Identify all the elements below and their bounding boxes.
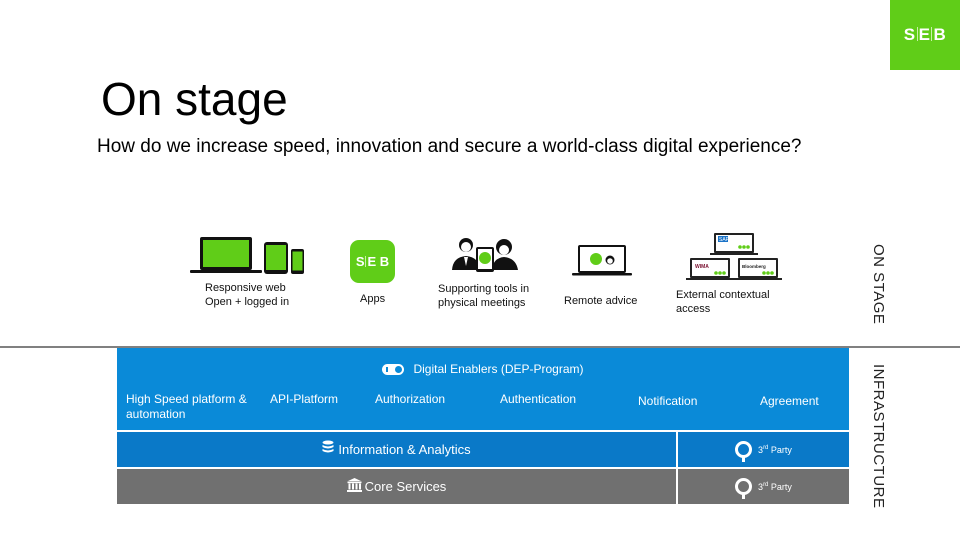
apps-label: Apps (360, 293, 386, 305)
onstage-item-external-access: SAP WIMA Bloomberg External contextual a… (676, 230, 806, 320)
wima-logo-text: WIMA (695, 264, 709, 270)
dep-title: Digital Enablers (DEP-Program) (413, 362, 584, 376)
remote-advice-label: Remote advice (564, 295, 638, 307)
physical-meetings-label: Supporting tools in physical meetings (438, 283, 530, 309)
third-party-icon (735, 441, 753, 462)
devices-icon (190, 237, 304, 274)
advisor-meeting-icon (452, 238, 518, 272)
info-analytics-cell: Information & Analytics (117, 432, 678, 467)
dep-program-block: Digital Enablers (DEP-Program) High Spee… (117, 348, 849, 430)
third-party-label: 3rd Party (758, 444, 792, 455)
dep-header: Digital Enablers (DEP-Program) (117, 362, 849, 376)
page-subtitle: How do we increase speed, innovation and… (97, 136, 802, 157)
database-icon (322, 440, 334, 452)
seb-logo-text: SEB (903, 25, 947, 44)
third-party-cell: 3rd Party (678, 469, 849, 504)
toggle-icon (382, 363, 405, 375)
external-access-icon: SAP WIMA Bloomberg (686, 233, 782, 280)
infrastructure-section-label: INFRASTRUCTURE (870, 364, 887, 509)
page-title: On stage (101, 73, 288, 125)
responsive-web-label: Responsive web Open + logged in (205, 282, 290, 308)
dep-item-notification: Notification (638, 394, 698, 408)
on-stage-section-label: ON STAGE (870, 244, 887, 325)
seb-logo: SEB (890, 0, 960, 70)
dep-item-agreement: Agreement (760, 394, 819, 408)
bloomberg-logo-text: Bloomberg (742, 264, 766, 269)
third-party-icon (735, 478, 753, 499)
info-analytics-label: Information & Analytics (338, 442, 471, 457)
dep-item-high-speed-platform: High Speed platform & automation (126, 392, 247, 421)
core-services-cell: Core Services (117, 469, 678, 504)
dep-item-authentication: Authentication (500, 392, 577, 406)
core-services-row: Core Services 3rd Party (117, 469, 849, 504)
dep-item-authorization: Authorization (375, 392, 446, 406)
sap-logo-text: SAP (719, 237, 730, 243)
onstage-item-apps: SE B Apps (350, 238, 400, 308)
info-analytics-row: Information & Analytics 3rd Party (117, 432, 849, 467)
bank-icon (346, 478, 362, 492)
remote-advice-icon (572, 245, 632, 276)
external-access-label: External contextual access (676, 289, 770, 315)
dep-item-api-platform: API-Platform (270, 392, 339, 406)
third-party-label: 3rd Party (758, 481, 792, 492)
onstage-item-remote-advice: Remote advice (562, 236, 652, 311)
onstage-item-responsive-web: Responsive web Open + logged in (188, 236, 308, 316)
core-services-label: Core Services (364, 479, 447, 494)
onstage-item-physical-meetings: Supporting tools in physical meetings (436, 236, 546, 311)
seb-app-icon: SE B (350, 240, 395, 283)
third-party-cell: 3rd Party (678, 432, 849, 467)
